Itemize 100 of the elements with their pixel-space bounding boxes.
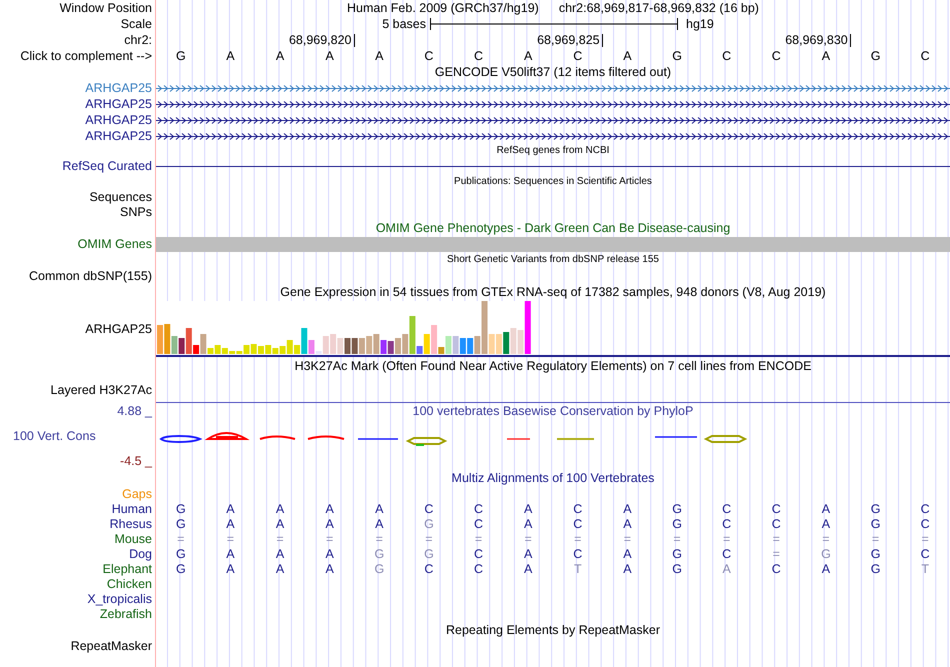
track-title: GENCODE V50lift37 (12 items filtered out) bbox=[434, 65, 672, 79]
aligned-base: G bbox=[373, 547, 386, 562]
aligned-base: C bbox=[721, 547, 732, 562]
track-label: Sequences bbox=[89, 190, 152, 204]
expression-bar[interactable] bbox=[416, 346, 423, 354]
aligned-base: C bbox=[473, 547, 484, 562]
species-label: Elephant bbox=[102, 562, 152, 576]
gene-label[interactable]: ARHGAP25 bbox=[85, 113, 152, 127]
aligned-base: G bbox=[423, 517, 435, 532]
aligned-base: A bbox=[523, 517, 534, 532]
base-letter[interactable]: C bbox=[900, 48, 950, 64]
track-label[interactable]: 100 Vert. Cons bbox=[0, 428, 96, 444]
aligned-base: G bbox=[174, 547, 187, 562]
aligned-base: A bbox=[225, 502, 236, 517]
base-letter[interactable]: G bbox=[850, 48, 900, 64]
expression-bar[interactable] bbox=[380, 340, 387, 354]
species-label: Mouse bbox=[114, 532, 152, 546]
axis-max-label: 4.88 _ bbox=[117, 403, 152, 419]
aligned-base: C bbox=[770, 517, 782, 532]
species-label: Rhesus bbox=[110, 517, 152, 531]
aligned-base: A bbox=[274, 517, 286, 532]
track-title: 100 vertebrates Basewise Conservation by PhyloP bbox=[412, 403, 694, 419]
base-letter[interactable]: G bbox=[652, 48, 702, 64]
aligned-base: = bbox=[424, 532, 434, 547]
aligned-base: = bbox=[622, 532, 632, 547]
base-letter[interactable]: C bbox=[404, 48, 454, 64]
base-letter[interactable]: C bbox=[454, 48, 504, 64]
track-label[interactable]: RepeatMasker bbox=[70, 639, 152, 653]
base-letter[interactable]: C bbox=[702, 48, 752, 64]
aligned-base: A bbox=[622, 562, 633, 577]
aligned-base: A bbox=[820, 517, 832, 532]
omim-feature-bar[interactable] bbox=[156, 236, 950, 252]
species-label: Dog bbox=[129, 547, 152, 561]
aligned-base: G bbox=[671, 562, 683, 577]
aligned-base: A bbox=[324, 547, 335, 562]
aligned-base: G bbox=[174, 562, 187, 577]
aligned-base: C bbox=[920, 502, 931, 517]
base-letter[interactable]: G bbox=[156, 48, 206, 64]
track-title: H3K27Ac Mark (Often Found Near Active Regulatory Elements) on 7 cell lines from ENCODE bbox=[294, 359, 812, 373]
base-letter[interactable]: C bbox=[752, 48, 802, 64]
track-label: Scale bbox=[120, 17, 152, 31]
expression-bar[interactable] bbox=[352, 338, 358, 354]
aligned-base: = bbox=[176, 532, 186, 547]
assembly-label: hg19 bbox=[685, 16, 715, 32]
aligned-base: = bbox=[821, 532, 831, 547]
track-title: Short Genetic Variants from dbSNP release 155 bbox=[447, 254, 659, 265]
base-letter[interactable]: A bbox=[304, 48, 354, 64]
aligned-base: A bbox=[324, 517, 335, 532]
expression-bar[interactable] bbox=[467, 338, 474, 354]
aligned-base: = bbox=[374, 532, 384, 547]
aligned-base: A bbox=[374, 502, 384, 517]
base-letter[interactable]: A bbox=[801, 48, 851, 64]
aligned-base: G bbox=[423, 547, 435, 562]
expression-bar[interactable] bbox=[482, 301, 488, 354]
aligned-base: A bbox=[374, 517, 384, 532]
aligned-base: G bbox=[174, 502, 187, 517]
species-label: Human bbox=[112, 502, 152, 516]
base-letter[interactable]: A bbox=[354, 48, 404, 64]
aligned-base: A bbox=[274, 502, 286, 517]
aligned-base: A bbox=[820, 502, 832, 517]
expression-bar[interactable] bbox=[193, 345, 200, 354]
aligned-base: G bbox=[671, 547, 683, 562]
track-label[interactable]: Layered H3K27Ac bbox=[50, 383, 152, 397]
aligned-base: A bbox=[622, 517, 633, 532]
aligned-base: C bbox=[770, 502, 782, 517]
aligned-base: C bbox=[770, 562, 782, 577]
base-letter[interactable]: A bbox=[206, 48, 256, 64]
aligned-base: C bbox=[423, 562, 434, 577]
aligned-base: A bbox=[622, 502, 633, 517]
aligned-base: G bbox=[820, 547, 832, 562]
complement-link[interactable]: Click to complement --> bbox=[20, 49, 152, 63]
base-letter[interactable]: A bbox=[602, 48, 652, 64]
track-label[interactable]: OMIM Genes bbox=[78, 237, 152, 251]
track-title: Publications: Sequences in Scientific Articles bbox=[454, 176, 652, 187]
aligned-base: C bbox=[721, 502, 732, 517]
track-title: RefSeq genes from NCBI bbox=[496, 145, 610, 156]
species-label: Zebrafish bbox=[100, 607, 152, 621]
aligned-base: = bbox=[772, 532, 781, 547]
aligned-base: G bbox=[870, 517, 882, 532]
gene-label[interactable]: ARHGAP25 bbox=[85, 97, 152, 111]
aligned-base: = bbox=[524, 532, 533, 547]
aligned-base: C bbox=[572, 547, 584, 562]
aligned-base: C bbox=[572, 502, 584, 517]
track-label[interactable]: ARHGAP25 bbox=[85, 322, 152, 336]
expression-bar[interactable] bbox=[178, 338, 185, 354]
gene-label[interactable]: ARHGAP25 bbox=[85, 81, 152, 95]
base-letter[interactable]: A bbox=[255, 48, 305, 64]
track-label[interactable]: RefSeq Curated bbox=[62, 159, 152, 173]
track-label: SNPs bbox=[120, 205, 152, 219]
aligned-base: = bbox=[474, 532, 484, 547]
aligned-base: G bbox=[671, 502, 683, 517]
base-letter[interactable]: C bbox=[553, 48, 603, 64]
aligned-base: A bbox=[225, 562, 236, 577]
aligned-base: C bbox=[473, 502, 484, 517]
base-letter[interactable]: A bbox=[503, 48, 553, 64]
coordinate-label: 68,969,830 bbox=[785, 34, 851, 47]
aligned-base: G bbox=[870, 547, 882, 562]
aligned-base: C bbox=[473, 562, 484, 577]
gene-label[interactable]: ARHGAP25 bbox=[85, 129, 152, 143]
expression-bar[interactable] bbox=[503, 332, 510, 354]
